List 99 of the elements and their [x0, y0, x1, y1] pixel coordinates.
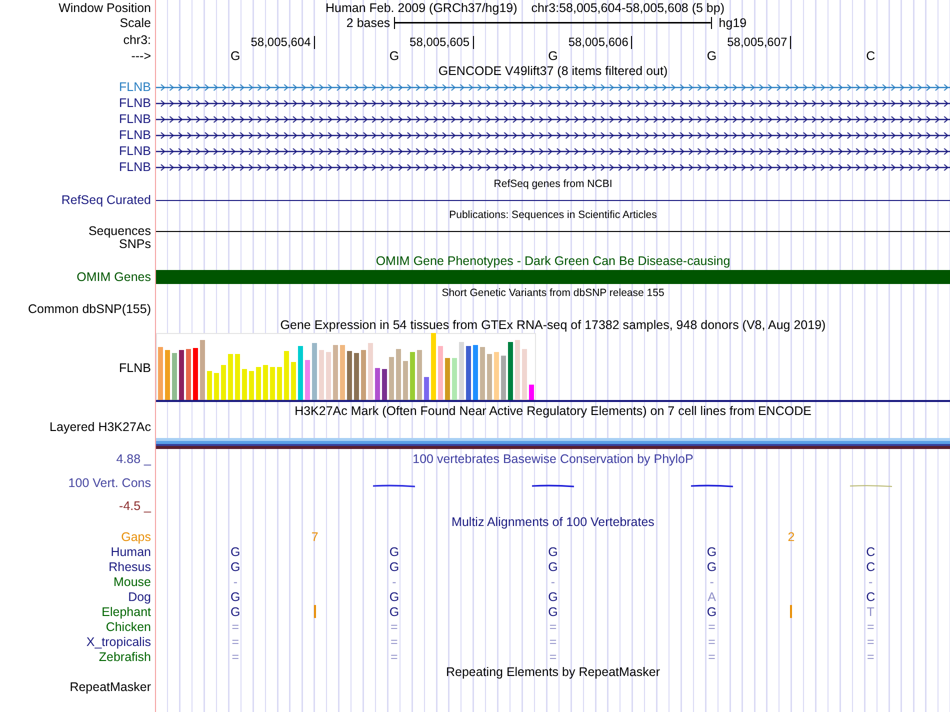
track-label: FLNB [119, 160, 151, 174]
track-label: Zebrafish [98, 650, 151, 664]
base-letter: G [706, 560, 717, 574]
base-letter: = [549, 620, 557, 634]
base-letter: G [230, 49, 240, 63]
track-title: GENCODE V49lift37 (8 items filtered out) [438, 64, 668, 78]
track-label: Common dbSNP(155) [28, 302, 151, 316]
base-letter: A [708, 590, 716, 604]
assembly-label: hg19 [718, 16, 747, 30]
base-letter: = [549, 634, 557, 648]
track-title: Publications: Sequences in Scientific Articles [449, 208, 657, 222]
base-letter: - [233, 574, 238, 588]
track-label: -4.5 _ [119, 499, 151, 513]
track-label: Mouse [113, 574, 151, 588]
base-letter: G [548, 590, 558, 604]
base-letter: G [706, 49, 717, 63]
base-letter: G [389, 590, 400, 604]
track-label: FLNB [119, 360, 151, 374]
track-label: 100 Vert. Cons [68, 476, 151, 490]
track-label: Human [110, 544, 151, 558]
base-letter: = [549, 650, 557, 664]
base-letter: G [548, 560, 558, 574]
base-letter: - [392, 574, 396, 588]
base-letter: C [866, 560, 876, 574]
base-letter: G [548, 49, 558, 63]
position-range: chr3:58,005,604-58,005,608 (5 bp) [531, 0, 724, 14]
base-letter: G [389, 544, 400, 558]
base-letter: G [548, 544, 558, 558]
track-label: SNPs [119, 237, 151, 251]
base-letter: = [866, 634, 874, 648]
track-title: Repeating Elements by RepeatMasker [446, 665, 660, 679]
conservation-dash-icon [373, 484, 416, 488]
track-title: Multiz Alignments of 100 Vertebrates [452, 514, 654, 528]
base-letter: G [230, 560, 240, 574]
base-letter: C [866, 49, 876, 63]
base-letter: C [866, 590, 876, 604]
track-label: chr3: [123, 33, 151, 47]
base-letter: = [866, 620, 874, 634]
track-label: FLNB [119, 80, 151, 94]
assembly-name: Human Feb. 2009 (GRCh37/hg19) [326, 0, 518, 14]
track-label: RefSeq Curated [61, 193, 151, 207]
base-letter: - [710, 574, 714, 588]
gap-count: 2 [788, 530, 795, 544]
track-label: Rhesus [108, 560, 151, 574]
coordinate-label: 58,005,607 [727, 36, 792, 48]
base-letter: G [389, 49, 400, 63]
track-title: 100 vertebrates Basewise Conservation by PhyloP [412, 452, 694, 466]
track-label: X_tropicalis [86, 634, 151, 648]
track-title: Gene Expression in 54 tissues from GTEx RNA-seq of 17382 samples, 948 donors (V8, Aug 2019) [280, 318, 826, 332]
base-letter: G [389, 560, 400, 574]
track-title: H3K27Ac Mark (Often Found Near Active Regulatory Elements) on 7 cell lines from ENCODE [294, 404, 812, 418]
track-title: Short Genetic Variants from dbSNP release 155 [442, 286, 664, 300]
base-letter: C [866, 544, 876, 558]
base-letter: G [548, 604, 558, 618]
base-letter: G [389, 604, 400, 618]
base-letter: G [230, 544, 240, 558]
track-label: FLNB [119, 112, 151, 126]
track-label: Sequences [88, 224, 151, 238]
base-letter: = [390, 620, 398, 634]
coordinate-label: 58,005,604 [250, 36, 315, 48]
track-label: Elephant [102, 604, 151, 618]
track-title: RefSeq genes from NCBI [494, 177, 612, 191]
base-letter: = [232, 650, 240, 664]
base-letter: - [868, 574, 873, 588]
track-label: Layered H3K27Ac [50, 420, 151, 434]
track-label: 4.88 _ [116, 452, 151, 466]
base-letter: G [706, 604, 717, 618]
gap-count: 7 [311, 530, 318, 544]
base-letter: - [550, 574, 556, 588]
track-label: RepeatMasker [70, 680, 151, 694]
coordinate-label: 58,005,605 [410, 36, 474, 48]
base-letter: G [706, 544, 717, 558]
track-label: Dog [128, 590, 151, 604]
track-label: Window Position [58, 0, 151, 14]
scale-text: 2 bases [346, 16, 392, 30]
track-label: Gaps [121, 530, 151, 544]
track-label: Scale [120, 16, 151, 30]
base-letter: = [232, 620, 240, 634]
base-letter: = [708, 620, 716, 634]
base-letter: = [708, 634, 716, 648]
track-label: FLNB [119, 144, 151, 158]
track-label: FLNB [119, 128, 151, 142]
base-letter: = [708, 650, 716, 664]
track-label: ---> [131, 49, 151, 63]
track-label: Chicken [106, 620, 151, 634]
base-letter: G [230, 590, 240, 604]
track-title: OMIM Gene Phenotypes - Dark Green Can Be Disease-causing [376, 254, 730, 268]
base-letter: = [866, 650, 874, 664]
track-label: OMIM Genes [76, 270, 151, 284]
base-letter: G [230, 604, 240, 618]
track-label: FLNB [119, 96, 151, 110]
base-letter: = [390, 650, 398, 664]
base-letter: T [866, 604, 874, 618]
base-letter: = [232, 634, 240, 648]
coordinate-label: 58,005,606 [568, 36, 632, 48]
conservation-dash-icon [690, 484, 733, 488]
conservation-dash-icon [850, 484, 892, 488]
conservation-dash-icon [532, 484, 574, 488]
base-letter: = [390, 634, 398, 648]
